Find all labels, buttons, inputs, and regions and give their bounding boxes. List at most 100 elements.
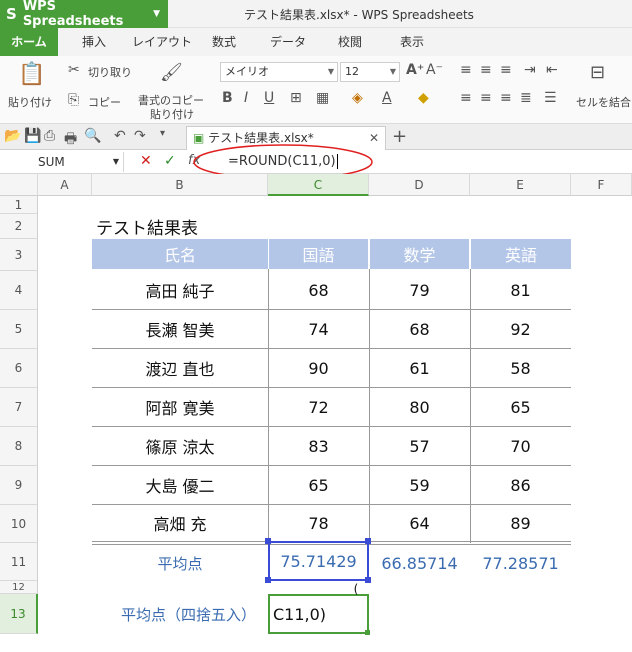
redo-icon[interactable]: ↷ [134,128,146,144]
table-cell[interactable]: 90 [268,349,369,387]
increase-font-icon[interactable]: A⁺ [406,62,424,78]
row-header-2[interactable]: 2 [0,214,38,239]
justify-icon[interactable]: ≣ [520,90,532,106]
brush-icon[interactable]: 🖌 [160,62,183,83]
font-size-select[interactable]: 12 ▼ [340,62,400,82]
format-painter-label-2[interactable]: 貼り付け [150,106,194,122]
header-sugaku[interactable]: 数学 [370,239,469,269]
tab-view[interactable]: 表示 [392,28,432,56]
selection-handle[interactable] [265,577,271,583]
table-cell[interactable]: 篠原 涼太 [92,427,268,465]
table-cell[interactable]: 86 [470,466,571,504]
editing-cell[interactable]: C11,0) [268,594,369,634]
column-header-b[interactable]: B [92,174,268,196]
table-cell[interactable]: 89 [470,505,571,541]
outdent-icon[interactable]: ⇤ [546,62,558,78]
table-cell[interactable]: 59 [369,466,470,504]
tab-formulas[interactable]: 数式 [204,28,244,56]
app-menu-button[interactable]: S WPS Spreadsheets ▼ [0,0,168,29]
row-header-5[interactable]: 5 [0,310,38,349]
column-header-f[interactable]: F [571,174,632,196]
italic-icon[interactable]: I [244,90,248,106]
table-cell[interactable]: 長瀬 智美 [92,310,268,348]
tab-data[interactable]: データ [264,28,312,56]
cut-button[interactable]: 切り取り [88,64,132,80]
save-icon[interactable]: 💾 [24,128,41,144]
tab-insert[interactable]: 挿入 [70,28,118,56]
name-box[interactable]: SUM ▼ [2,152,124,172]
paste-icon[interactable]: 📋 [18,62,46,87]
tab-home[interactable]: ホーム [0,28,58,56]
table-cell[interactable]: 65 [470,388,571,426]
table-cell[interactable]: 渡辺 直也 [92,349,268,387]
paste-button[interactable]: 貼り付け [8,94,52,110]
row-header-1[interactable]: 1 [0,196,38,214]
select-all-corner[interactable] [0,174,38,196]
align-left-icon[interactable]: ≡ [460,90,472,106]
column-header-c[interactable]: C [268,174,369,196]
eraser-icon[interactable]: ◆ [418,90,429,106]
underline-icon[interactable]: U [264,90,274,106]
row-header-9[interactable]: 9 [0,466,38,505]
align-middle-icon[interactable]: ≡ [480,62,492,78]
row-header-11[interactable]: 11 [0,543,38,581]
font-name-select[interactable]: メイリオ ▼ [220,62,338,82]
column-header-a[interactable]: A [38,174,92,196]
border-icon[interactable]: ⊞ [290,90,302,106]
align-top-icon[interactable]: ≡ [460,62,472,78]
tab-review[interactable]: 校閲 [330,28,370,56]
print-preview-icon[interactable]: 🔍 [84,128,101,144]
column-header-e[interactable]: E [470,174,571,196]
table-cell[interactable]: 68 [369,310,470,348]
table-cell[interactable]: 78 [268,505,369,541]
average-sugaku-cell[interactable]: 66.85714 [369,545,470,581]
copy-button[interactable]: コピー [88,94,121,110]
selection-handle[interactable] [365,538,371,544]
fill-color-icon[interactable]: ◈ [352,90,363,106]
average-kokugo-cell[interactable]: 75.71429 [268,541,369,581]
bold-icon[interactable]: B [222,90,233,106]
table-cell[interactable]: 61 [369,349,470,387]
undo-icon[interactable]: ↶ [114,128,126,144]
font-color-icon[interactable]: A [382,90,392,106]
table-cell[interactable]: 高田 純子 [92,271,268,309]
new-tab-plus-icon[interactable]: + [392,126,407,147]
table-cell[interactable]: 72 [268,388,369,426]
table-cell[interactable]: 65 [268,466,369,504]
fill-handle[interactable] [365,630,370,635]
header-name[interactable]: 氏名 [92,239,268,269]
align-bottom-icon[interactable]: ≡ [500,62,512,78]
decrease-font-icon[interactable]: A⁻ [426,62,443,78]
table-cell[interactable]: 92 [470,310,571,348]
rounded-average-label[interactable]: 平均点（四捨五入） [92,594,268,634]
indent-icon[interactable]: ⇥ [524,62,536,78]
merge-cells-icon[interactable]: ⊟ [590,62,605,83]
distributed-icon[interactable]: ☰ [544,90,557,106]
row-header-6[interactable]: 6 [0,349,38,388]
table-cell[interactable]: 80 [369,388,470,426]
table-cell[interactable]: 83 [268,427,369,465]
align-right-icon[interactable]: ≡ [500,90,512,106]
open-folder-icon[interactable]: 📂 [4,128,21,144]
customize-icon[interactable]: ▾ [160,128,165,139]
sheet-title[interactable]: テスト結果表 [96,214,198,239]
print-icon[interactable]: 🖶 [64,128,77,152]
tab-layout[interactable]: レイアウト [128,28,196,56]
header-kokugo[interactable]: 国語 [269,239,368,269]
header-eigo[interactable]: 英語 [471,239,571,269]
table-cell[interactable]: 64 [369,505,470,541]
align-center-icon[interactable]: ≡ [480,90,492,106]
row-header-13[interactable]: 13 [0,594,38,634]
cancel-icon[interactable]: ✕ [140,153,152,169]
row-header-8[interactable]: 8 [0,427,38,466]
row-header-10[interactable]: 10 [0,505,38,543]
table-cell[interactable]: 79 [369,271,470,309]
row-header-3[interactable]: 3 [0,239,38,271]
table-cell[interactable]: 70 [470,427,571,465]
selection-handle[interactable] [265,538,271,544]
column-header-d[interactable]: D [369,174,470,196]
average-label[interactable]: 平均点 [92,545,268,581]
average-eigo-cell[interactable]: 77.28571 [470,545,571,581]
fill-pattern-icon[interactable]: ▦ [316,90,329,106]
table-cell[interactable]: 74 [268,310,369,348]
